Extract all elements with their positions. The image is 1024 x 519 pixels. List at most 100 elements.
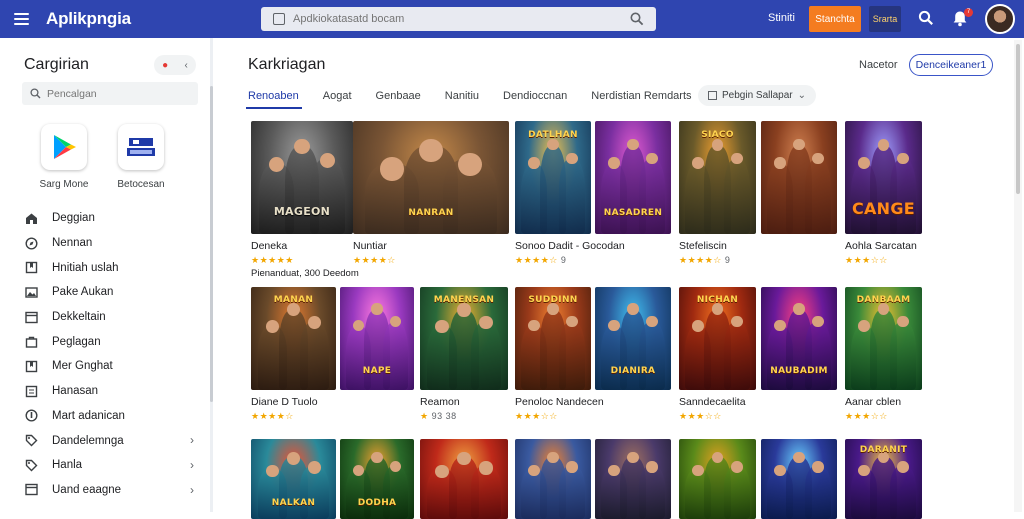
avatar[interactable]	[985, 4, 1015, 34]
game-cover[interactable]: MANAN	[251, 287, 336, 390]
game-card[interactable]: DODHA	[340, 439, 414, 519]
sidebar-item-8[interactable]: Mart adanican	[24, 404, 194, 429]
game-cover[interactable]: DANBAAM	[845, 287, 922, 390]
sidebar-item-9[interactable]: Dandelemnga ›	[24, 428, 194, 453]
game-card[interactable]: NASADREN	[595, 121, 671, 234]
game-card[interactable]	[679, 439, 756, 519]
game-cover[interactable]: NAPE	[340, 287, 414, 390]
game-cover[interactable]: MAGEON	[251, 121, 353, 234]
sidebar-search-input[interactable]	[47, 87, 187, 100]
game-title[interactable]: Reamon	[420, 396, 508, 408]
sidebar-app-play[interactable]: Sarg Mone	[32, 124, 96, 190]
game-card[interactable]: SUDDINN Penoloc Nandecen ★★★☆☆	[515, 287, 604, 422]
game-card[interactable]: DIANIRA	[595, 287, 671, 390]
game-cover[interactable]: DARANIT	[845, 439, 922, 519]
tab-5[interactable]: Nerdistian Remdarts	[591, 90, 691, 102]
game-card[interactable]: DATLHAN Sonoo Dadit - Gocodan ★★★★☆ 9	[515, 121, 625, 266]
tab-4[interactable]: Dendioccnan	[503, 90, 567, 102]
search-icon[interactable]	[918, 10, 934, 26]
game-cover[interactable]: CANGE	[845, 121, 922, 234]
game-card[interactable]: MAGEON Deneka ★★★★★ Pienanduat, 300 Deedom	[251, 121, 359, 279]
game-card[interactable]: NAPE	[340, 287, 414, 390]
sidebar-item-4[interactable]: Dekkeltain	[24, 305, 194, 330]
game-title[interactable]: Aohla Sarcatan	[845, 240, 922, 252]
game-cover[interactable]: NAUBADIM	[761, 287, 837, 390]
game-card[interactable]: NAUBADIM	[761, 287, 837, 390]
sort-label[interactable]: Nacetor	[859, 59, 898, 71]
game-cover[interactable]: NICHAN	[679, 287, 756, 390]
sidebar-item-10[interactable]: Hanla ›	[24, 453, 194, 478]
rating-text: 9	[724, 255, 731, 265]
tab-2[interactable]: Genbaae	[376, 90, 421, 102]
sidebar-toggle[interactable]: ● ‹	[154, 55, 196, 75]
tab-0[interactable]: Renoaben	[248, 90, 299, 102]
game-card[interactable]	[761, 439, 837, 519]
game-cover[interactable]: DIANIRA	[595, 287, 671, 390]
game-cover[interactable]	[761, 121, 837, 234]
main-scrollbar[interactable]	[1014, 40, 1022, 512]
tab-dropdown[interactable]: Pebgin Sallapar ⌄	[698, 85, 816, 106]
game-card[interactable]: DANBAAM Aanar cblen ★★★☆☆	[845, 287, 922, 422]
tab-3[interactable]: Nanitiu	[445, 90, 479, 102]
sidebar-item-2[interactable]: Hnitiah uslah	[24, 255, 194, 280]
game-cover[interactable]	[595, 439, 671, 519]
game-card[interactable]	[595, 439, 671, 519]
store-icon	[118, 124, 164, 170]
top-badge[interactable]: Srarta	[869, 6, 901, 32]
game-card[interactable]: DARANIT	[845, 439, 922, 519]
top-link[interactable]: Stiniti	[768, 12, 795, 24]
sidebar-item-5[interactable]: Peglagan	[24, 329, 194, 354]
sidebar-item-0[interactable]: Deggian	[24, 206, 194, 231]
game-title[interactable]: Sanndecaelita	[679, 396, 756, 408]
game-card[interactable]: CANGE Aohla Sarcatan ★★★☆☆	[845, 121, 922, 266]
sidebar-item-6[interactable]: Mer Gnghat	[24, 354, 194, 379]
game-cover[interactable]	[761, 439, 837, 519]
sidebar-scrollbar[interactable]	[210, 38, 213, 512]
game-title[interactable]: Nuntiar	[353, 240, 509, 252]
game-card[interactable]: NICHAN Sanndecaelita ★★★☆☆	[679, 287, 756, 422]
game-card[interactable]	[420, 439, 508, 519]
search-bar[interactable]	[261, 7, 656, 31]
game-cover[interactable]: MANENSAN	[420, 287, 508, 390]
game-cover[interactable]: DATLHAN	[515, 121, 591, 234]
game-title[interactable]: Sonoo Dadit - Gocodan	[515, 240, 625, 252]
game-title[interactable]: Penoloc Nandecen	[515, 396, 604, 408]
game-cover[interactable]: SUDDINN	[515, 287, 591, 390]
search-input[interactable]	[293, 13, 623, 25]
search-icon[interactable]	[630, 12, 644, 26]
game-title[interactable]: Diane D Tuolo	[251, 396, 336, 408]
sidebar-app-store[interactable]: Betocesan	[109, 124, 173, 190]
tab-1[interactable]: Aogat	[323, 90, 352, 102]
game-cover[interactable]	[515, 439, 591, 519]
game-title[interactable]: Aanar cblen	[845, 396, 922, 408]
game-card[interactable]	[515, 439, 591, 519]
game-cover[interactable]	[679, 439, 756, 519]
app-name[interactable]: Aplikpngia	[46, 9, 131, 29]
game-cover[interactable]: SIACO	[679, 121, 756, 234]
sidebar-item-7[interactable]: Hanasan	[24, 379, 194, 404]
action-button[interactable]: Denceikeaner1	[909, 54, 993, 76]
menu-icon[interactable]	[14, 7, 38, 31]
game-title[interactable]: Deneka	[251, 240, 353, 252]
game-card[interactable]: NALKAN	[251, 439, 336, 519]
game-card[interactable]: SIACO Stefeliscin ★★★★☆ 9	[679, 121, 756, 266]
game-card[interactable]: MANENSAN Reamon ★ 93 38	[420, 287, 508, 422]
game-card[interactable]	[761, 121, 837, 234]
page-title: Karkriagan	[248, 56, 326, 73]
sidebar-search[interactable]	[22, 82, 198, 105]
sidebar-item-3[interactable]: Pake Aukan	[24, 280, 194, 305]
cover-title: SUDDINN	[528, 295, 578, 306]
game-title[interactable]: Stefeliscin	[679, 240, 756, 252]
sidebar-item-label: Deggian	[52, 212, 95, 225]
game-cover[interactable]: NANRAN	[353, 121, 509, 234]
game-card[interactable]: NANRAN Nuntiar ★★★★☆	[353, 121, 509, 266]
game-cover[interactable]: DODHA	[340, 439, 414, 519]
game-card[interactable]: MANAN Diane D Tuolo ★★★★☆	[251, 287, 336, 422]
sidebar-item-11[interactable]: Uand eaagne ›	[24, 478, 194, 503]
game-cover[interactable]: NASADREN	[595, 121, 671, 234]
sidebar-item-1[interactable]: Nennan	[24, 231, 194, 256]
game-cover[interactable]: NALKAN	[251, 439, 336, 519]
chevron-right-icon: ›	[190, 457, 194, 472]
orange-button[interactable]: Stanchta	[809, 6, 861, 32]
game-cover[interactable]	[420, 439, 508, 519]
